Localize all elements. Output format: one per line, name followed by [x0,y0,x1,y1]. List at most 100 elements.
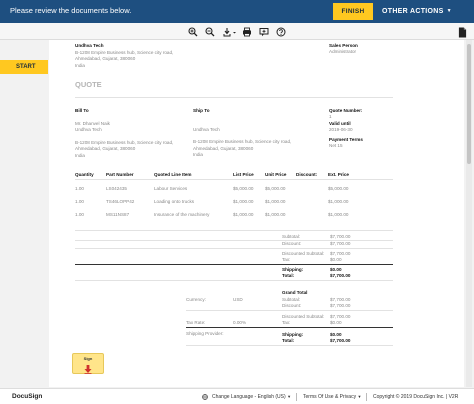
divider [366,393,367,401]
grand-shipping-value: $0.00 [330,332,342,337]
row3-ext-price: $1,000.00 [328,212,349,217]
terms-privacy-link[interactable]: Terms Of Use & Privacy ▼ [303,394,361,400]
shipping-value: $0.00 [330,267,342,272]
copyright-text: Copyright © 2019 DocuSign Inc. | V2R [373,394,459,400]
scrollbar-thumb[interactable] [467,44,471,164]
company-country: India [75,62,85,68]
discounted-subtotal-value: $7,700.00 [330,251,351,256]
tax-label: Tax: [282,257,291,262]
row3-line-item: Insurance of the machinery [154,212,210,217]
row1-ext-price: $5,000.00 [328,186,349,191]
grand-discounted-subtotal-label: Discounted Subtotal: [282,314,325,319]
bill-to-label: Bill To [75,108,89,113]
grand-subtotal-label: Subtotal: [282,297,301,302]
divider [186,327,393,328]
globe-icon [202,394,208,402]
print-icon[interactable] [240,25,254,38]
other-actions-menu[interactable]: OTHER ACTIONS ▼ [382,3,470,20]
language-label: Change Language - English (US) [212,394,286,400]
table-header-divider [75,179,393,180]
row1-part-number: LS042435 [106,186,127,191]
footer: DocuSign Change Language - English (US) … [0,388,474,404]
tax-rate-value: 0.00% [233,320,247,325]
discount-value: $7,700.00 [330,241,351,246]
payment-terms-value: Net 15 [329,143,343,148]
grand-tax-value: $0.00 [330,320,342,325]
bill-to-country: India [75,152,85,158]
quote-heading: QUOTE [75,80,102,89]
discount-label: Discount: [282,241,302,246]
zoom-out-icon[interactable] [203,25,217,38]
help-icon[interactable] [274,25,288,38]
column-header-line-item: Quoted Line Item [154,172,192,177]
row1-unit-price: $5,000.00 [265,186,286,191]
grand-shipping-label: Shipping: [282,332,304,337]
zoom-in-icon[interactable] [186,25,200,38]
currency-value: USD [233,297,243,302]
subtotal-label: Subtotal: [282,234,301,239]
row3-list-price: $1,000.00 [233,212,254,217]
row3-quantity: 1.00 [75,212,84,217]
items-divider [75,230,393,231]
divider [75,264,393,265]
document-toolbar [0,23,474,40]
sign-here-tag[interactable]: Sign [72,353,104,374]
sales-person-value: Administrator [329,49,357,54]
ship-to-address: Undhva Tech B-1208 Empire Business hub, … [193,127,291,159]
finish-button[interactable]: FINISH [333,3,373,20]
quote-number-label: Quote Number: [329,108,363,113]
divider [296,393,297,401]
grand-discounted-subtotal-value: $7,700.00 [330,314,351,319]
divider [75,280,393,281]
tax-value: $0.00 [330,257,342,262]
grand-total-value: $7,700.00 [330,338,351,343]
grand-discount-value: $7,700.00 [330,303,351,308]
chevron-down-icon: ▼ [287,394,292,399]
chevron-down-icon: ▼ [446,8,452,14]
valid-until-value: 2019-06-30 [329,127,353,132]
grand-total-label: Total: [282,338,295,343]
row2-line-item: Loading onto trucks [154,199,195,204]
docusign-logo: DocuSign [12,393,43,400]
grand-subtotal-value: $7,700.00 [330,297,351,302]
grand-discount-label: Discount: [282,303,302,308]
sales-person-label: Sales Person [329,43,358,48]
divider [186,345,393,346]
row1-line-item: Labour Services [154,186,188,191]
column-header-list-price: List Price [233,172,254,177]
divider [75,248,393,249]
total-label: Total: [282,273,295,278]
start-button[interactable]: START [0,60,48,74]
row1-list-price: $5,000.00 [233,186,254,191]
grand-tax-label: Tax: [282,320,291,325]
divider [75,97,393,98]
column-header-ext-price: Ext. Price [328,172,349,177]
payment-terms-label: Payment Terms [329,137,363,142]
row3-unit-price: $1,000.00 [265,212,286,217]
ship-to-address-line1: B-1208 Empire Business hub, Science city… [193,139,292,145]
row2-part-number: TS46LOPP42 [106,199,135,204]
column-header-discount: Discount: [296,172,318,177]
subtotal-value: $7,700.00 [330,234,351,239]
company-name: Undhva Tech [75,43,104,48]
top-bar: Please review the documents below. FINIS… [0,0,474,23]
column-header-part-number: Part Number [106,172,134,177]
company-address: B-1208 Empire Business hub, Science city… [75,50,173,69]
total-value: $7,700.00 [330,273,351,278]
bill-to-address: Mr. Dhanvel Naik Undhva Tech B-1208 Empi… [75,121,173,159]
ship-to-label: Ship To [193,108,210,113]
change-language-link[interactable]: Change Language - English (US) ▼ [212,394,291,400]
shipping-label: Shipping: [282,267,304,272]
download-icon[interactable] [221,25,239,38]
review-message: Please review the documents below. [10,6,132,15]
document-panel-icon[interactable] [458,25,470,38]
row2-list-price: $1,000.00 [233,199,254,204]
row2-unit-price: $1,000.00 [265,199,286,204]
chevron-down-icon: ▼ [357,394,362,399]
row2-ext-price: $1,000.00 [328,199,349,204]
row1-quantity: 1.00 [75,186,84,191]
currency-label: Currency: [186,297,206,302]
divider [186,310,393,311]
row2-quantity: 1.00 [75,199,84,204]
comment-icon[interactable] [257,25,271,38]
